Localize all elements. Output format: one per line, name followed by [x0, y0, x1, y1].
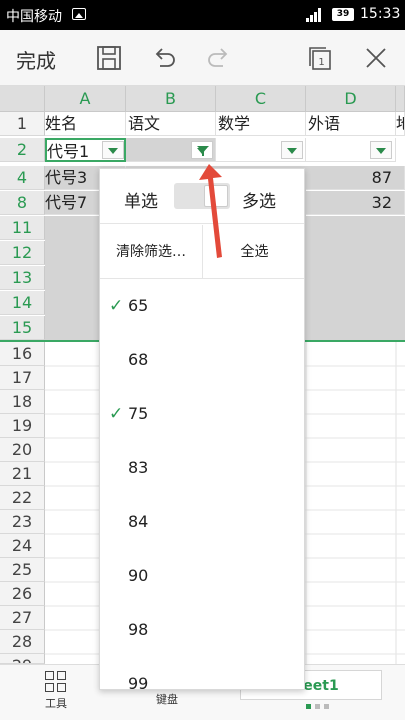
filter-option-value: 65	[128, 296, 149, 315]
funnel-icon	[197, 146, 209, 156]
cell-d8[interactable]: 32	[306, 191, 405, 215]
filter-option-value: 98	[128, 620, 149, 639]
check-icon: ✓	[109, 296, 124, 316]
page-indicator	[306, 704, 336, 710]
row-header[interactable]: 26	[0, 582, 45, 606]
row-header[interactable]: 14	[0, 291, 45, 315]
row-header[interactable]: 23	[0, 510, 45, 534]
row-header[interactable]: 21	[0, 462, 45, 486]
filter-dropdown-button-a[interactable]	[102, 141, 124, 159]
filter-option[interactable]: 90	[100, 549, 304, 603]
filter-option-value: 99	[128, 674, 149, 690]
row-header[interactable]: 11	[0, 216, 45, 240]
row-header[interactable]: 15	[0, 316, 45, 340]
filter-option-value: 83	[128, 458, 149, 477]
svg-text:1: 1	[318, 57, 324, 68]
row-header[interactable]: 1	[0, 112, 45, 136]
cell-d4[interactable]: 87	[306, 166, 405, 190]
filter-option-value: 90	[128, 566, 149, 585]
row-header[interactable]: 25	[0, 558, 45, 582]
filter-option-value: 75	[128, 404, 149, 423]
row-header[interactable]: 13	[0, 266, 45, 290]
row-header[interactable]: 18	[0, 390, 45, 414]
undo-icon[interactable]	[150, 44, 178, 72]
cell-a1[interactable]: 姓名	[45, 112, 126, 136]
column-header-d[interactable]: D	[306, 86, 396, 112]
filter-dropdown-button-d[interactable]	[370, 141, 392, 159]
filter-dropdown-button-c[interactable]	[281, 141, 303, 159]
tools-grid-icon	[45, 671, 67, 693]
cell-d1[interactable]: 外语	[306, 112, 396, 136]
tools-button[interactable]: 工具	[31, 671, 81, 711]
filter-option[interactable]: 68	[100, 333, 304, 387]
done-button[interactable]: 完成	[16, 45, 56, 74]
row-header[interactable]: 22	[0, 486, 45, 510]
column-header-b[interactable]: B	[126, 86, 216, 112]
clear-filter-button[interactable]: 清除筛选…	[100, 225, 203, 279]
row-header[interactable]: 24	[0, 534, 45, 558]
column-header-e[interactable]	[396, 86, 405, 112]
filter-option[interactable]: 99	[100, 657, 304, 690]
row-header[interactable]: 4	[0, 166, 45, 190]
filter-option[interactable]: 98	[100, 603, 304, 657]
row-header[interactable]: 20	[0, 438, 45, 462]
row-header[interactable]: 17	[0, 366, 45, 390]
row-header[interactable]: 12	[0, 241, 45, 265]
signal-icon	[306, 8, 324, 22]
filter-active-button-b[interactable]	[191, 141, 213, 159]
row-header[interactable]: 16	[0, 342, 45, 366]
filter-option[interactable]: 84	[100, 495, 304, 549]
corner-cell[interactable]	[0, 86, 45, 112]
filter-option[interactable]: 83	[100, 441, 304, 495]
cell-e1[interactable]: 地	[396, 112, 405, 136]
column-header-a[interactable]: A	[45, 86, 126, 112]
check-icon: ✓	[109, 404, 124, 424]
keyboard-label: 键盘	[156, 693, 178, 706]
cell-c1[interactable]: 数学	[216, 112, 306, 136]
keyboard-button[interactable]: 键盘	[142, 691, 192, 707]
filter-option[interactable]: ✓ 75	[100, 387, 304, 441]
row-header[interactable]: 8	[0, 191, 45, 215]
image-notification-icon	[72, 8, 86, 20]
filter-option-value: 68	[128, 350, 149, 369]
filter-option[interactable]: ✓ 65	[100, 279, 304, 333]
cell-b1[interactable]: 语文	[126, 112, 216, 136]
filter-option-value: 84	[128, 512, 149, 531]
clock: 15:33	[360, 6, 401, 22]
close-icon[interactable]	[362, 44, 390, 72]
carrier-name: 中国移动	[6, 9, 62, 25]
row-header[interactable]: 28	[0, 630, 45, 654]
multi-window-icon[interactable]: 1	[306, 44, 334, 72]
row-header[interactable]: 27	[0, 606, 45, 630]
tools-label: 工具	[45, 697, 67, 710]
annotation-arrow-icon	[199, 164, 222, 258]
status-bar: 中国移动 39 15:33	[0, 0, 405, 30]
single-select-label[interactable]: 单选	[124, 187, 158, 212]
battery-icon: 39	[332, 8, 354, 21]
redo-icon[interactable]	[205, 44, 233, 72]
row-header[interactable]: 29	[0, 654, 45, 664]
row-header[interactable]: 2	[0, 138, 45, 162]
top-toolbar: 完成 1	[0, 30, 405, 86]
save-icon[interactable]	[95, 44, 123, 72]
column-header-c[interactable]: C	[216, 86, 306, 112]
row-header[interactable]: 19	[0, 414, 45, 438]
